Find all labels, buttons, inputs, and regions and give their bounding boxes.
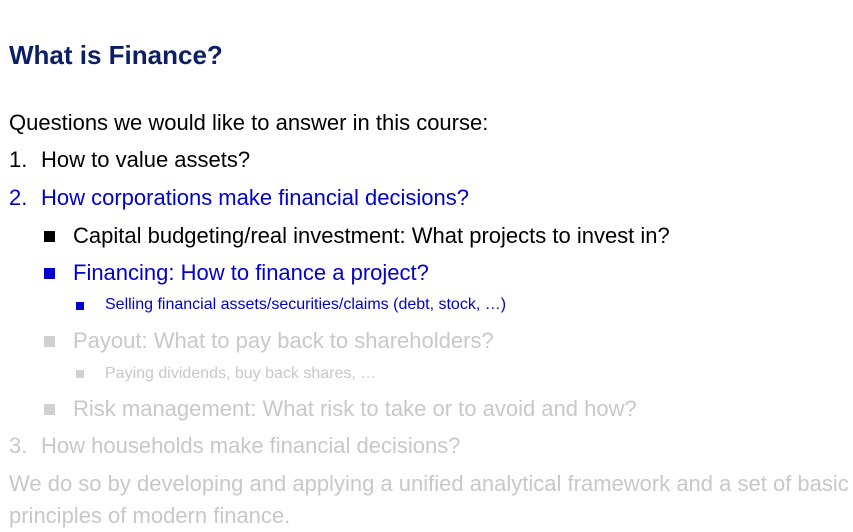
slide: What is Finance? Questions we would like… [0, 0, 853, 532]
list-item-3: 3. How households make financial decision… [9, 435, 460, 457]
subitem-risk-management: Risk management: What risk to take or to… [73, 396, 637, 421]
list-item-2: 2. How corporations make financial decisi… [9, 187, 469, 209]
slide-title: What is Finance? [9, 40, 223, 70]
list-item-1-number: 1. [9, 147, 28, 172]
list-item-3-text: How households make financial decisions? [41, 433, 461, 458]
list-item-3-number: 3. [9, 433, 28, 458]
subitem-capital-budgeting: Capital budgeting/real investment: What … [73, 223, 670, 248]
subsubitem-selling-assets: Selling financial assets/securities/clai… [105, 296, 507, 313]
bullet-square-small-icon [76, 370, 84, 378]
bullet-square-icon [44, 404, 55, 415]
bullet-square-icon [44, 231, 55, 242]
list-item-1: 1. How to value assets? [9, 149, 250, 171]
conclusion-paragraph: We do so by developing and applying a un… [9, 471, 849, 528]
list-item-1-text: How to value assets? [41, 147, 251, 172]
list-item-2-number: 2. [9, 185, 28, 210]
subitem-payout: Payout: What to pay back to shareholders… [73, 328, 494, 353]
bullet-square-small-icon [76, 302, 84, 310]
list-item-2-text: How corporations make financial decision… [41, 185, 469, 210]
bullet-square-icon [44, 336, 55, 347]
bullet-square-icon [44, 268, 55, 279]
subitem-financing: Financing: How to finance a project? [73, 260, 429, 285]
subsubitem-paying-dividends: Paying dividends, buy back shares, … [105, 365, 377, 382]
intro-text: Questions we would like to answer in thi… [9, 110, 489, 135]
